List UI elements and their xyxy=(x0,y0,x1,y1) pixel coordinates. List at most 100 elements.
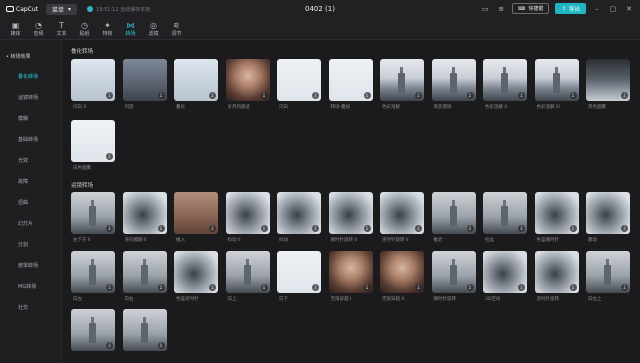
sidebar-item-split[interactable]: 分割 xyxy=(0,234,61,255)
transition-thumbnail[interactable]: ⤓ xyxy=(431,59,476,101)
transition-card[interactable]: ⤓ 向右 xyxy=(122,250,167,302)
transition-card[interactable]: ⤓ 色彩溶解 xyxy=(380,59,424,110)
download-icon[interactable]: ⤓ xyxy=(157,92,165,99)
transition-card[interactable]: ⤓ 白色烟雾 xyxy=(71,120,115,171)
transition-thumbnail[interactable]: ⤓ xyxy=(431,250,476,293)
transition-card[interactable]: ⤓ 无限穿越 II xyxy=(380,250,424,302)
settings-icon[interactable]: ≡ xyxy=(496,5,506,13)
download-icon[interactable]: ⤓ xyxy=(260,225,268,232)
transition-thumbnail[interactable]: ⤓ xyxy=(277,250,321,293)
transition-card[interactable]: ⤓ 抖动 xyxy=(277,192,321,243)
tab-audio[interactable]: ◔ 音频 xyxy=(27,18,50,40)
transition-thumbnail[interactable]: ⤓ xyxy=(277,192,321,234)
transition-card[interactable]: ⤓ 向左 xyxy=(71,250,115,302)
transition-card[interactable]: ⤓ 色差顺时针 xyxy=(534,192,579,243)
transition-card[interactable]: ⤓ 向左上 xyxy=(586,250,630,302)
download-icon[interactable]: ⤓ xyxy=(363,283,371,291)
transition-thumbnail[interactable]: ⤓ xyxy=(122,309,167,351)
download-icon[interactable]: ⤓ xyxy=(157,342,165,349)
download-icon[interactable]: ⤓ xyxy=(106,283,113,291)
sidebar-item-dissolve[interactable]: 叠化转场 xyxy=(0,66,61,87)
transition-card[interactable]: ⤓ 逆时针旋转 II xyxy=(380,192,424,243)
transition-card[interactable]: ⤓ 逆时针旋转 xyxy=(534,250,579,302)
transition-thumbnail[interactable]: ⤓ xyxy=(225,192,270,234)
transition-card[interactable]: ⤓ 黑色烟雾 xyxy=(586,59,630,110)
transition-thumbnail[interactable]: ⤓ xyxy=(483,250,527,293)
sidebar-item-mask[interactable]: 遮罩转场 xyxy=(0,255,61,276)
download-icon[interactable]: ⤓ xyxy=(157,283,165,291)
transition-card[interactable]: ⤓ 无限穿越 I xyxy=(328,250,373,302)
download-icon[interactable]: ⤓ xyxy=(518,92,525,99)
transition-card[interactable]: ⤓ 向下 xyxy=(277,250,321,302)
download-icon[interactable]: ⤓ xyxy=(209,225,216,232)
transition-card[interactable]: ⤓ 闪黑 xyxy=(122,59,167,110)
download-icon[interactable]: ⤓ xyxy=(106,225,113,232)
download-icon[interactable]: ⤓ xyxy=(106,342,113,349)
transition-card[interactable]: ⤓ 震动 xyxy=(586,192,630,243)
transition-thumbnail[interactable]: ⤓ xyxy=(71,192,115,234)
sidebar-item-slideshow[interactable]: 幻灯片 xyxy=(0,213,61,234)
download-icon[interactable]: ⤓ xyxy=(312,283,319,291)
transition-card[interactable]: ⤓ 抖动 II xyxy=(225,192,270,243)
download-icon[interactable]: ⤓ xyxy=(363,92,371,99)
transition-card[interactable]: ⤓ 推入 xyxy=(174,192,218,243)
sidebar-item-camera[interactable]: 运镜转场 xyxy=(0,87,61,108)
tab-media[interactable]: ▣ 媒体 xyxy=(4,18,27,40)
transition-card[interactable]: ⤓ xyxy=(122,309,167,351)
transition-thumbnail[interactable]: ⤓ xyxy=(380,250,424,293)
transition-card[interactable]: ⤓ xyxy=(71,309,115,351)
download-icon[interactable]: ⤓ xyxy=(466,92,474,99)
transition-card[interactable]: ⤓ 左下方 II xyxy=(71,192,115,243)
minimize-icon[interactable]: – xyxy=(592,5,602,13)
download-icon[interactable]: ⤓ xyxy=(466,283,474,291)
transition-thumbnail[interactable]: ⤓ xyxy=(174,250,218,293)
sidebar-item-basic[interactable]: 基础转场 xyxy=(0,129,61,150)
tab-text[interactable]: T 文本 xyxy=(50,18,73,40)
download-icon[interactable]: ⤓ xyxy=(518,225,525,232)
transition-thumbnail[interactable]: ⤓ xyxy=(483,192,527,234)
transition-card[interactable]: ⤓ 顺时针旋转 II xyxy=(328,192,373,243)
transition-thumbnail[interactable]: ⤓ xyxy=(534,250,579,293)
transition-thumbnail[interactable]: ⤓ xyxy=(534,192,579,234)
transition-card[interactable]: ⤓ 向上 xyxy=(225,250,270,302)
transition-thumbnail[interactable]: ⤓ xyxy=(586,192,630,234)
download-icon[interactable]: ⤓ xyxy=(569,283,577,291)
transition-thumbnail[interactable]: ⤓ xyxy=(380,192,424,234)
transition-thumbnail[interactable]: ⤓ xyxy=(174,59,218,101)
download-icon[interactable]: ⤓ xyxy=(569,225,577,232)
download-icon[interactable]: ⤓ xyxy=(466,225,474,232)
layout-icon[interactable]: ▭ xyxy=(480,5,490,13)
download-icon[interactable]: ⤓ xyxy=(621,283,628,291)
transition-thumbnail[interactable]: ⤓ xyxy=(431,192,476,234)
download-icon[interactable]: ⤓ xyxy=(260,92,268,99)
close-icon[interactable]: ✕ xyxy=(624,5,634,13)
transition-thumbnail[interactable]: ⤓ xyxy=(71,250,115,293)
tab-effects[interactable]: ✦ 特效 xyxy=(96,18,119,40)
transition-card[interactable]: ⤓ 推近 xyxy=(431,192,476,243)
download-icon[interactable]: ⤓ xyxy=(260,283,268,291)
download-icon[interactable]: ⤓ xyxy=(621,225,628,232)
download-icon[interactable]: ⤓ xyxy=(415,92,422,99)
tab-filter[interactable]: ◎ 滤镜 xyxy=(142,18,165,40)
shortcut-button[interactable]: ⌨ 快捷键 xyxy=(512,3,550,14)
sidebar-item-light[interactable]: 光效 xyxy=(0,150,61,171)
download-icon[interactable]: ⤓ xyxy=(106,92,113,99)
transition-thumbnail[interactable]: ⤓ xyxy=(534,59,579,101)
download-icon[interactable]: ⤓ xyxy=(415,225,422,232)
transition-card[interactable]: ⤓ 转场-叠加 xyxy=(328,59,373,110)
transition-card[interactable]: ⤓ 闪白 xyxy=(277,59,321,110)
sidebar-item-social[interactable]: 社交 xyxy=(0,297,61,318)
transition-thumbnail[interactable]: ⤓ xyxy=(71,120,115,162)
download-icon[interactable]: ⤓ xyxy=(518,283,525,291)
transition-card[interactable]: ⤓ 3D空间 xyxy=(483,250,527,302)
tab-adjust[interactable]: ⚟ 调节 xyxy=(165,18,188,40)
download-icon[interactable]: ⤓ xyxy=(312,225,319,232)
transition-thumbnail[interactable]: ⤓ xyxy=(328,250,373,293)
download-icon[interactable]: ⤓ xyxy=(621,92,628,99)
transition-card[interactable]: ⤓ 色差逆时针 xyxy=(174,250,218,302)
transition-thumbnail[interactable]: ⤓ xyxy=(277,59,321,101)
transition-card[interactable]: ⤓ 闪白 II xyxy=(71,59,115,110)
transition-thumbnail[interactable]: ⤓ xyxy=(122,250,167,293)
transition-thumbnail[interactable]: ⤓ xyxy=(225,250,270,293)
sidebar-item-distort[interactable]: 扭曲 xyxy=(0,192,61,213)
